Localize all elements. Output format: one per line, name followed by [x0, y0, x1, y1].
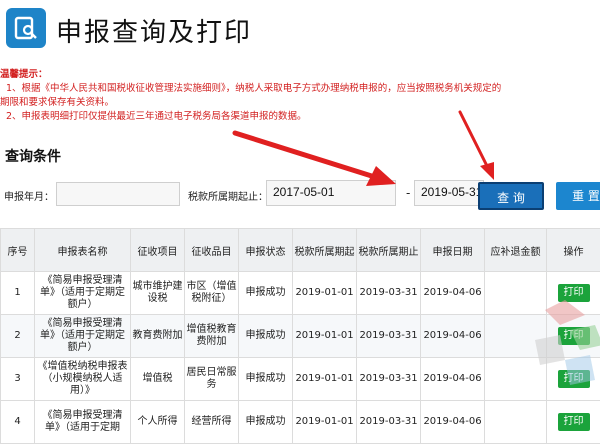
cell-start: 2019-01-01 — [293, 401, 357, 444]
table-header-row: 序号 申报表名称 征收项目 征收品目 申报状态 税款所属期起 税款所属期止 申报… — [1, 229, 600, 272]
cell-amount — [485, 272, 547, 315]
period-dash: - — [406, 186, 410, 200]
page-title: 申报查询及打印 — [56, 12, 252, 49]
notice-line-1: 1、根据《中华人民共和国税收征收管理法实施细则》，纳税人采取电子方式办理纳税申报… — [0, 82, 600, 96]
query-section-title: 查询条件 — [5, 146, 61, 166]
cell-item: 教育费附加 — [131, 315, 185, 358]
col-header-date: 申报日期 — [421, 229, 485, 272]
year-label: 申报年月： — [4, 188, 54, 203]
cell-amount — [485, 315, 547, 358]
cell-date: 2019-04-06 — [421, 272, 485, 315]
cell-date: 2019-04-06 — [421, 315, 485, 358]
print-button[interactable]: 打印 — [558, 284, 590, 302]
col-header-status: 申报状态 — [239, 229, 293, 272]
cell-end: 2019-03-31 — [357, 401, 421, 444]
col-header-no: 序号 — [1, 229, 35, 272]
col-header-start: 税款所属期起 — [293, 229, 357, 272]
query-button[interactable]: 查 询 — [478, 182, 544, 210]
year-input[interactable] — [56, 182, 180, 206]
col-header-name: 申报表名称 — [35, 229, 131, 272]
cell-op: 打印 — [547, 315, 600, 358]
table-row: 2 《简易申报受理清单》（适用于定期定额户） 教育费附加 增值税教育费附加 申报… — [1, 315, 600, 358]
col-header-end: 税款所属期止 — [357, 229, 421, 272]
cell-sub: 居民日常服务 — [185, 358, 239, 401]
notice-line-2: 2、申报表明细打印仅提供最近三年通过电子税务局各渠道申报的数据。 — [0, 110, 600, 124]
reset-button[interactable]: 重 置 — [556, 182, 600, 210]
cell-amount — [485, 401, 547, 444]
cell-end: 2019-03-31 — [357, 358, 421, 401]
cell-no: 2 — [1, 315, 35, 358]
cell-date: 2019-04-06 — [421, 401, 485, 444]
period-start-input[interactable]: 2017-05-01 — [266, 180, 396, 206]
cell-name: 《简易申报受理清单》（适用于定期 — [35, 401, 131, 444]
col-header-amount: 应补退金额 — [485, 229, 547, 272]
cell-no: 3 — [1, 358, 35, 401]
notice-heading: 温馨提示： — [0, 68, 600, 82]
col-header-item: 征收项目 — [131, 229, 185, 272]
col-header-op: 操作 — [547, 229, 600, 272]
cell-sub: 经营所得 — [185, 401, 239, 444]
notice-block: 温馨提示： 1、根据《中华人民共和国税收征收管理法实施细则》，纳税人采取电子方式… — [0, 68, 600, 124]
cell-item: 增值税 — [131, 358, 185, 401]
cell-op: 打印 — [547, 358, 600, 401]
cell-date: 2019-04-06 — [421, 358, 485, 401]
period-end-input[interactable]: 2019-05-31 — [414, 180, 484, 206]
cell-status: 申报成功 — [239, 401, 293, 444]
cell-start: 2019-01-01 — [293, 315, 357, 358]
print-button[interactable]: 打印 — [558, 370, 590, 388]
notice-line-1b: 期限和要求保存有关资料。 — [0, 96, 600, 110]
cell-status: 申报成功 — [239, 315, 293, 358]
declaration-table: 序号 申报表名称 征收项目 征收品目 申报状态 税款所属期起 税款所属期止 申报… — [0, 228, 600, 444]
cell-op: 打印 — [547, 272, 600, 315]
cell-status: 申报成功 — [239, 272, 293, 315]
cell-name: 《简易申报受理清单》（适用于定期定额户） — [35, 272, 131, 315]
cell-amount — [485, 358, 547, 401]
cell-item: 个人所得 — [131, 401, 185, 444]
cell-start: 2019-01-01 — [293, 272, 357, 315]
table-row: 3 《增值税纳税申报表（小规模纳税人适用）》 增值税 居民日常服务 申报成功 2… — [1, 358, 600, 401]
cell-item: 城市维护建设税 — [131, 272, 185, 315]
cell-sub: 市区（增值税附征） — [185, 272, 239, 315]
cell-end: 2019-03-31 — [357, 272, 421, 315]
print-button[interactable]: 打印 — [558, 413, 590, 431]
cell-end: 2019-03-31 — [357, 315, 421, 358]
cell-name: 《简易申报受理清单》（适用于定期定额户） — [35, 315, 131, 358]
search-document-icon — [6, 8, 46, 48]
cell-sub: 增值税教育费附加 — [185, 315, 239, 358]
cell-no: 1 — [1, 272, 35, 315]
cell-op: 打印 — [547, 401, 600, 444]
period-label: 税款所属期起止： — [188, 188, 268, 203]
cell-status: 申报成功 — [239, 358, 293, 401]
page-header: 申报查询及打印 — [0, 0, 600, 60]
table-row: 1 《简易申报受理清单》（适用于定期定额户） 城市维护建设税 市区（增值税附征）… — [1, 272, 600, 315]
cell-start: 2019-01-01 — [293, 358, 357, 401]
col-header-sub: 征收品目 — [185, 229, 239, 272]
cell-no: 4 — [1, 401, 35, 444]
cell-name: 《增值税纳税申报表（小规模纳税人适用）》 — [35, 358, 131, 401]
print-button[interactable]: 打印 — [558, 327, 590, 345]
table-row: 4 《简易申报受理清单》（适用于定期 个人所得 经营所得 申报成功 2019-0… — [1, 401, 600, 444]
